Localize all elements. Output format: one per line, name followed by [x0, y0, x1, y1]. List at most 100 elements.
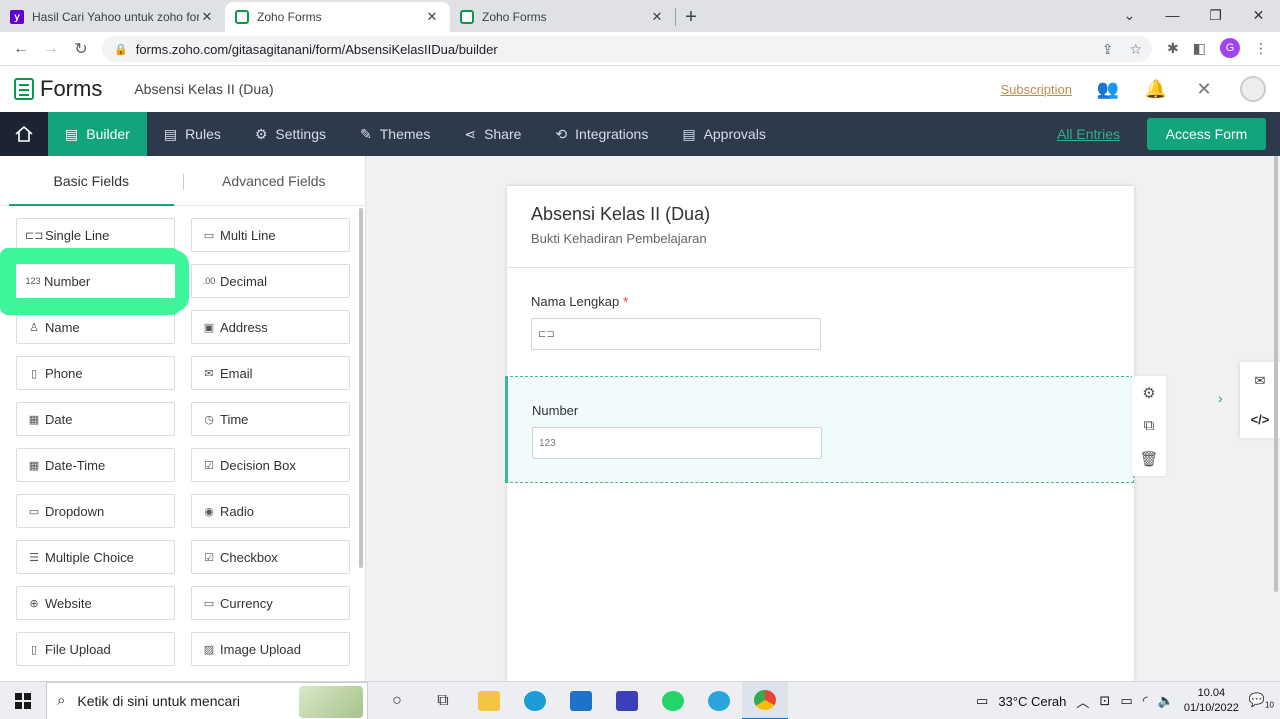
- subscription-link[interactable]: Subscription: [1000, 82, 1072, 97]
- browser-tab-yahoo[interactable]: y Hasil Cari Yahoo untuk zoho form ✕: [0, 2, 225, 32]
- reload-icon[interactable]: ↻: [66, 39, 96, 59]
- duplicate-icon[interactable]: ⧉: [1144, 417, 1155, 434]
- tab-advanced-fields[interactable]: Advanced Fields: [183, 156, 365, 206]
- tab-rules[interactable]: ▤ Rules: [147, 112, 238, 156]
- minimize-icon[interactable]: —: [1151, 0, 1194, 30]
- file-explorer-icon[interactable]: [466, 682, 512, 719]
- field-checkbox[interactable]: ☑ Checkbox: [191, 540, 350, 574]
- edge-icon[interactable]: [512, 682, 558, 719]
- restore-icon[interactable]: ❐: [1194, 0, 1237, 30]
- share-page-icon[interactable]: ⇪: [1102, 41, 1114, 58]
- field-decimal[interactable]: .00 Decimal: [191, 264, 350, 298]
- field-radio[interactable]: ◉ Radio: [191, 494, 350, 528]
- gear-icon[interactable]: ⚙: [1142, 384, 1155, 402]
- home-button[interactable]: [0, 112, 48, 156]
- rules-icon: ▤: [163, 125, 178, 142]
- canvas-scrollbar[interactable]: [1274, 156, 1278, 592]
- field-dropdown[interactable]: ▭ Dropdown: [16, 494, 175, 528]
- field-decision-box[interactable]: ☑ Decision Box: [191, 448, 350, 482]
- calendar-icon: ▦: [28, 413, 40, 426]
- tab-search-icon[interactable]: ⌄: [1108, 0, 1151, 30]
- field-address[interactable]: ▣ Address: [191, 310, 350, 344]
- chrome-icon[interactable]: [742, 681, 788, 719]
- network-icon[interactable]: ◜: [1143, 693, 1148, 709]
- task-view-icon[interactable]: ⧉: [420, 682, 466, 719]
- weather-text[interactable]: 33°C Cerah: [998, 694, 1066, 709]
- chevron-up-icon[interactable]: ︿: [1076, 692, 1089, 711]
- battery-icon[interactable]: ▭: [1120, 693, 1132, 709]
- field-multiple-choice[interactable]: ☰ Multiple Choice: [16, 540, 175, 574]
- clock[interactable]: 10.04 01/10/2022: [1184, 686, 1239, 716]
- builder-icon: ▤: [65, 125, 79, 142]
- field-email[interactable]: ✉ Email: [191, 356, 350, 390]
- field-name[interactable]: ♙ Name: [16, 310, 175, 344]
- side-panel-icon[interactable]: ◧: [1193, 40, 1206, 57]
- phone-icon: ▯: [30, 367, 38, 380]
- access-form-button[interactable]: Access Form: [1147, 118, 1266, 150]
- notification-icon[interactable]: 💬10: [1249, 692, 1274, 710]
- close-tab-icon[interactable]: ✕: [649, 9, 665, 25]
- tab-integrations[interactable]: ⟲ Integrations: [538, 112, 665, 156]
- volume-icon[interactable]: 🔈: [1158, 693, 1174, 709]
- fields-scrollbar[interactable]: [359, 208, 363, 568]
- field-phone[interactable]: ▯ Phone: [16, 356, 175, 390]
- cortana-icon[interactable]: ○: [374, 682, 420, 719]
- bell-icon[interactable]: 🔔: [1144, 77, 1168, 101]
- forward-arrow-icon[interactable]: →: [36, 40, 66, 58]
- field-multi-line[interactable]: ▭ Multi Line: [191, 218, 350, 252]
- profile-avatar[interactable]: G: [1220, 38, 1240, 58]
- number-input-preview[interactable]: 123: [532, 427, 822, 459]
- field-website[interactable]: ⊕ Website: [16, 586, 175, 620]
- form-header[interactable]: Absensi Kelas II (Dua) Bukti Kehadiran P…: [507, 186, 1134, 268]
- all-entries-link[interactable]: All Entries: [1057, 126, 1120, 142]
- question-number-selected[interactable]: Number 123: [505, 376, 1134, 483]
- field-number[interactable]: 123 Number: [2, 250, 189, 312]
- chevron-right-icon[interactable]: ›: [1218, 390, 1223, 406]
- back-arrow-icon[interactable]: ←: [6, 40, 36, 58]
- zoho-forms-favicon-icon: [460, 10, 474, 24]
- tab-settings[interactable]: ⚙ Settings: [238, 112, 343, 156]
- field-button-grid: ⊏⊐ Single Line ▭ Multi Line 123 Number .00 D…: [2, 218, 352, 666]
- browser-tab-zoho[interactable]: Zoho Forms ✕: [450, 2, 675, 32]
- bookmark-star-icon[interactable]: ☆: [1129, 41, 1142, 58]
- more-menu-icon[interactable]: ⋮: [1254, 40, 1268, 57]
- tab-themes[interactable]: ✎ Themes: [343, 112, 447, 156]
- meet-icon[interactable]: ⊡: [1099, 693, 1110, 709]
- close-window-icon[interactable]: ✕: [1237, 0, 1280, 30]
- telegram-icon[interactable]: [696, 682, 742, 719]
- mail-icon[interactable]: [558, 682, 604, 719]
- field-file-upload[interactable]: ▯ File Upload: [16, 632, 175, 666]
- tab-share[interactable]: ⋖ Share: [447, 112, 538, 156]
- weather-icon[interactable]: ▭: [976, 693, 988, 709]
- field-image-upload[interactable]: ▨ Image Upload: [191, 632, 350, 666]
- new-tab-button[interactable]: +: [676, 2, 706, 32]
- trash-icon[interactable]: 🗑: [1139, 450, 1158, 468]
- extensions-puzzle-icon[interactable]: ✱: [1167, 40, 1179, 57]
- user-avatar[interactable]: [1240, 76, 1266, 102]
- close-tab-icon[interactable]: ✕: [199, 9, 215, 25]
- team-icon[interactable]: 👥: [1096, 77, 1120, 101]
- field-date-time[interactable]: ▦ Date-Time: [16, 448, 175, 482]
- single-line-input-preview[interactable]: ⊏⊐: [531, 318, 821, 350]
- powerapps-icon[interactable]: [604, 682, 650, 719]
- field-date[interactable]: ▦ Date: [16, 402, 175, 436]
- taskbar-search[interactable]: ⌕ Ketik di sini untuk mencari: [46, 681, 368, 719]
- forms-logo[interactable]: Forms: [14, 76, 102, 102]
- tab-builder[interactable]: ▤ Builder: [48, 112, 147, 156]
- close-tab-icon[interactable]: ✕: [424, 9, 440, 25]
- field-time[interactable]: ◷ Time: [191, 402, 350, 436]
- field-currency[interactable]: ▭ Currency: [191, 586, 350, 620]
- tab-approvals[interactable]: ▤ Approvals: [665, 112, 783, 156]
- yahoo-favicon-icon: y: [10, 10, 24, 24]
- code-icon[interactable]: </>: [1251, 412, 1270, 427]
- start-button[interactable]: [0, 692, 46, 709]
- browser-tab-zoho-active[interactable]: Zoho Forms ✕: [225, 2, 450, 32]
- whatsapp-icon[interactable]: [650, 682, 696, 719]
- embed-share-icon[interactable]: ✉: [1255, 373, 1266, 389]
- question-nama-lengkap[interactable]: Nama Lengkap * ⊏⊐: [531, 294, 821, 350]
- tools-icon[interactable]: ✕: [1192, 77, 1216, 101]
- dropdown-icon: ▭: [28, 505, 40, 518]
- address-bar[interactable]: 🔒 forms.zoho.com/gitasagitanani/form/Abs…: [102, 36, 1152, 62]
- field-single-line[interactable]: ⊏⊐ Single Line: [16, 218, 175, 252]
- tab-basic-fields[interactable]: Basic Fields: [9, 156, 174, 206]
